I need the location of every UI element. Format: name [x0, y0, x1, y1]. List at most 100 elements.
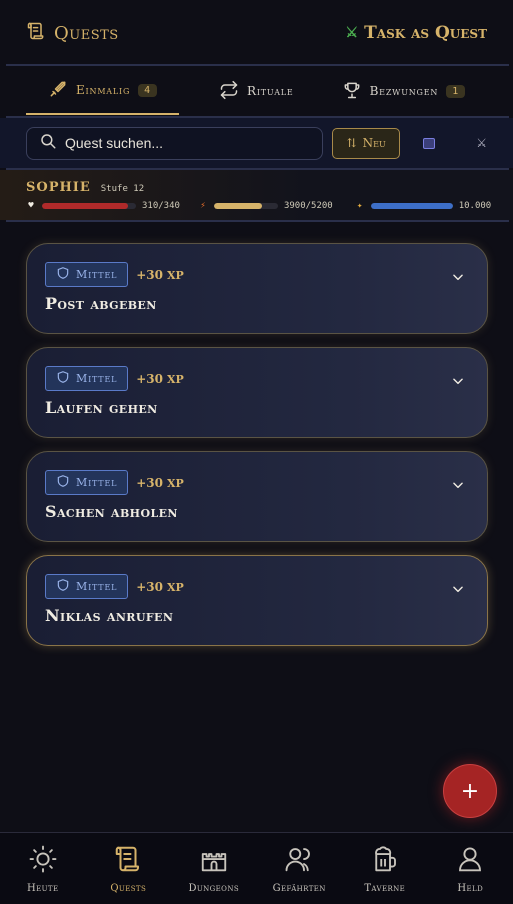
- nav-label: Heute: [26, 882, 59, 894]
- quest-title: Post abgeben: [45, 294, 157, 313]
- energy-stat: ⚡ 3900/5200: [198, 201, 333, 211]
- hp-text: 310/340: [142, 201, 180, 211]
- bottom-nav: Heute Quests Dungeons Gefährten Taverne …: [0, 832, 513, 904]
- nav-item-taverne[interactable]: Taverne: [342, 844, 427, 894]
- quest-list: Mittel +30 XP Post abgeben Mittel +30 XP L…: [26, 243, 488, 659]
- hp-fill: [42, 203, 128, 209]
- search-field[interactable]: [26, 126, 323, 160]
- xp-text: 10.000: [458, 201, 492, 211]
- tab-label: Rituale: [247, 84, 294, 98]
- top-bar: Quests ⚔ Task as Quest: [0, 0, 513, 66]
- xp-reward: +30 XP: [136, 580, 184, 594]
- hero-name: SOPHIE: [26, 180, 91, 195]
- difficulty-badge: Mittel: [45, 262, 129, 287]
- castle-icon: [199, 844, 229, 877]
- tab-label: Bezwungen: [369, 84, 439, 98]
- nav-item-held[interactable]: Held: [428, 844, 513, 894]
- shield-icon: [56, 266, 70, 283]
- nav-item-heute[interactable]: Heute: [0, 844, 85, 894]
- crossed-swords-icon: ⚔: [345, 25, 359, 41]
- divider: [6, 220, 509, 222]
- quest-title: Sachen abholen: [45, 502, 178, 521]
- sort-icon: ⇅: [346, 136, 357, 150]
- hero-stats: SOPHIE Stufe 12 ♥ 310/340 ⚡ 3900/5200 ✦ …: [0, 170, 513, 220]
- tab-rituale[interactable]: Rituale: [219, 67, 294, 115]
- quest-card[interactable]: Mittel +30 XP Laufen gehen: [26, 347, 488, 438]
- shield-icon: [56, 474, 70, 491]
- chevron-down-icon[interactable]: [451, 270, 465, 284]
- chevron-down-icon[interactable]: [451, 478, 465, 492]
- difficulty-label: Mittel: [76, 268, 118, 281]
- xp-unit: XP: [166, 476, 184, 490]
- xp-fill: [370, 203, 453, 209]
- quest-card[interactable]: Mittel +30 XP Post abgeben: [26, 243, 488, 334]
- nav-label: Dungeons: [188, 882, 240, 894]
- xp-value: +30: [136, 267, 163, 282]
- user-icon: [455, 844, 485, 877]
- nav-label: Quests: [110, 882, 147, 894]
- xp-value: +30: [136, 475, 163, 490]
- hero-level: Stufe 12: [100, 184, 145, 194]
- hp-bar: [42, 203, 136, 209]
- users-icon: [284, 844, 314, 877]
- nav-item-dungeons[interactable]: Dungeons: [171, 844, 256, 894]
- xp-unit: XP: [166, 580, 184, 594]
- task-as-quest-button[interactable]: ⚔ Task as Quest: [346, 23, 487, 43]
- scroll-icon: [113, 844, 143, 877]
- tab-label: Einmalig: [76, 83, 131, 97]
- sort-button[interactable]: ⇅ Neu: [331, 127, 401, 159]
- quest-card[interactable]: Mittel +30 XP Niklas anrufen: [26, 555, 488, 646]
- app-title: Quests: [26, 21, 119, 46]
- quest-title: Laufen gehen: [45, 398, 158, 417]
- tab-einmalig[interactable]: Einmalig 4: [26, 67, 179, 115]
- nav-item-quests[interactable]: Quests: [86, 844, 171, 894]
- xp-value: +30: [136, 579, 163, 594]
- xp-reward: +30 XP: [136, 268, 184, 282]
- chevron-down-icon[interactable]: [451, 582, 465, 596]
- app-title-label: Quests: [54, 22, 119, 44]
- xp-reward: +30 XP: [136, 372, 184, 386]
- nav-item-gefaehrten[interactable]: Gefährten: [257, 844, 342, 894]
- quest-card[interactable]: Mittel +30 XP Sachen abholen: [26, 451, 488, 542]
- tab-bezwungen[interactable]: Bezwungen 1: [342, 67, 466, 115]
- xp-value: +30: [136, 371, 163, 386]
- calendar-icon[interactable]: [423, 137, 436, 149]
- search-icon: [39, 132, 57, 154]
- difficulty-badge: Mittel: [45, 366, 129, 391]
- xp-stat: ✦ 10.000: [355, 201, 492, 211]
- add-quest-button[interactable]: +: [443, 764, 497, 818]
- sparkle-icon: ✦: [357, 201, 363, 211]
- difficulty-badge: Mittel: [45, 574, 129, 599]
- nav-label: Gefährten: [272, 882, 326, 894]
- xp-reward: +30 XP: [136, 476, 184, 490]
- difficulty-label: Mittel: [76, 476, 118, 489]
- lightning-icon: ⚡: [200, 201, 206, 211]
- xp-unit: XP: [166, 268, 184, 282]
- sword-icon: [48, 79, 68, 102]
- difficulty-label: Mittel: [76, 372, 118, 385]
- trophy-icon: [342, 80, 362, 103]
- task-as-quest-label: Task as Quest: [364, 23, 487, 43]
- quest-title: Niklas anrufen: [45, 606, 174, 625]
- count-badge: 4: [138, 83, 157, 97]
- energy-bar: [213, 203, 278, 209]
- nav-label: Held: [457, 882, 484, 894]
- search-input[interactable]: [65, 135, 285, 151]
- energy-fill: [213, 203, 262, 209]
- sort-label: Neu: [362, 136, 386, 150]
- chevron-down-icon[interactable]: [451, 374, 465, 388]
- difficulty-badge: Mittel: [45, 470, 129, 495]
- count-badge: 1: [446, 84, 466, 98]
- search-bar: ⇅ Neu ⚔: [0, 118, 513, 168]
- nav-label: Taverne: [364, 882, 406, 894]
- shield-icon: [56, 578, 70, 595]
- repeat-icon: [219, 80, 239, 103]
- shield-icon: [56, 370, 70, 387]
- sun-icon: [28, 844, 58, 877]
- scroll-icon: [26, 21, 46, 46]
- crossed-swords-filter-icon[interactable]: ⚔: [476, 136, 487, 150]
- xp-unit: XP: [166, 372, 184, 386]
- difficulty-label: Mittel: [76, 580, 118, 593]
- xp-bar: [370, 203, 453, 209]
- quest-tabs: Einmalig 4 Rituale Bezwungen 1: [0, 66, 513, 116]
